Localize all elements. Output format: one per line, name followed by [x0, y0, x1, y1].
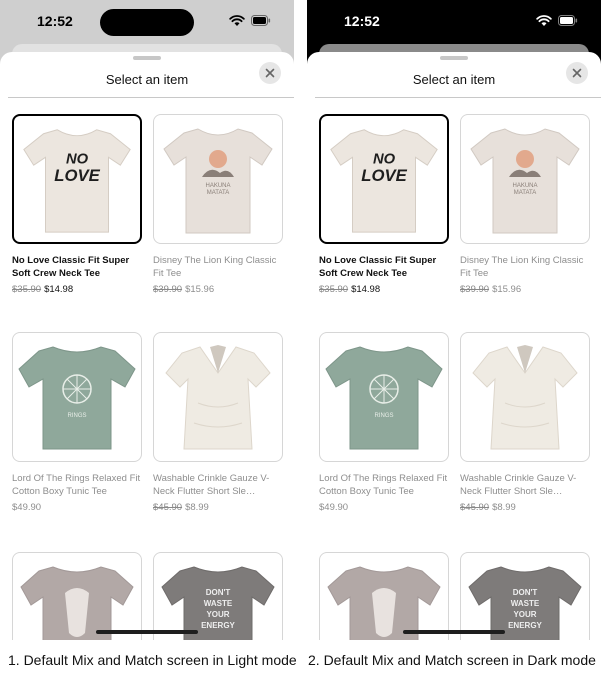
- original-price: $45.90: [460, 502, 490, 513]
- product-name: Lord Of The Rings Relaxed Fit Cotton Box…: [319, 473, 448, 497]
- product-name: Washable Crinkle Gauze V-Neck Flutter Sh…: [460, 473, 577, 497]
- product-image: RINGS: [319, 332, 449, 462]
- product-price: $35.90 $14.98: [12, 284, 73, 295]
- close-icon: [572, 68, 582, 78]
- product-image: DON'T WASTE YOUR ENERGY: [153, 552, 283, 640]
- sale-price: $15.96: [492, 284, 522, 295]
- svg-text:LOVE: LOVE: [54, 166, 100, 185]
- caption-dark-mode: 2. Default Mix and Match screen in Dark …: [308, 652, 596, 668]
- header-divider: [8, 97, 294, 98]
- product-image: NO LOVE: [12, 114, 142, 244]
- product-image: [153, 332, 283, 462]
- product-image: HAKUNA MATATA: [153, 114, 283, 244]
- status-time: 12:52: [37, 13, 73, 29]
- dynamic-island: [407, 9, 501, 36]
- close-button[interactable]: [259, 62, 281, 84]
- price: $49.90: [12, 502, 42, 513]
- sheet-grabber[interactable]: [440, 56, 468, 60]
- product-name: Disney The Lion King Classic Fit Tee: [460, 255, 584, 279]
- product-name: Disney The Lion King Classic Fit Tee: [153, 255, 277, 279]
- svg-text:WASTE: WASTE: [511, 599, 540, 608]
- sale-price: $15.96: [185, 284, 215, 295]
- svg-text:NO: NO: [66, 151, 89, 167]
- product-image: [12, 552, 142, 640]
- sale-price: $14.98: [351, 284, 381, 295]
- home-indicator: [96, 630, 198, 634]
- product-image: DON'T WASTE YOUR ENERGY: [460, 552, 590, 640]
- product-image: [319, 552, 449, 640]
- product-image: NO LOVE: [319, 114, 449, 244]
- sheet-grabber[interactable]: [133, 56, 161, 60]
- original-price: $39.90: [460, 284, 490, 295]
- sheet-title: Select an item: [105, 72, 189, 87]
- svg-text:YOUR: YOUR: [513, 610, 536, 619]
- home-indicator: [403, 630, 505, 634]
- battery-icon: [558, 15, 578, 26]
- sheet-title: Select an item: [412, 72, 496, 87]
- svg-text:MATATA: MATATA: [514, 190, 537, 196]
- product-price: $45.90 $8.99: [460, 502, 516, 513]
- tshirt-shape: [163, 128, 273, 234]
- sale-price: $8.99: [185, 502, 209, 513]
- original-price: $35.90: [319, 284, 349, 295]
- phone-screen-dark: 12:52 Select an item NO LOVE No Love Cla…: [307, 0, 601, 640]
- product-name: No Love Classic Fit Super Soft Crew Neck…: [12, 255, 130, 279]
- svg-text:MATATA: MATATA: [207, 190, 230, 196]
- svg-text:RINGS: RINGS: [67, 413, 86, 419]
- svg-text:NO: NO: [373, 151, 396, 167]
- product-price: $39.90 $15.96: [153, 284, 214, 295]
- svg-text:ENERGY: ENERGY: [508, 621, 542, 630]
- svg-text:DON'T: DON'T: [513, 588, 538, 597]
- close-icon: [265, 68, 275, 78]
- product-price: $49.90: [319, 502, 348, 513]
- sale-price: $14.98: [44, 284, 74, 295]
- svg-text:YOUR: YOUR: [206, 610, 229, 619]
- product-name: Lord Of The Rings Relaxed Fit Cotton Box…: [12, 473, 141, 497]
- price: $49.90: [319, 502, 349, 513]
- svg-text:RINGS: RINGS: [374, 413, 393, 419]
- dynamic-island: [100, 9, 194, 36]
- status-bar: 12:52: [0, 0, 294, 42]
- svg-text:HAKUNA: HAKUNA: [512, 183, 537, 189]
- product-name: No Love Classic Fit Super Soft Crew Neck…: [319, 255, 437, 279]
- original-price: $35.90: [12, 284, 42, 295]
- original-price: $45.90: [153, 502, 183, 513]
- original-price: $39.90: [153, 284, 183, 295]
- product-price: $39.90 $15.96: [460, 284, 521, 295]
- svg-text:ENERGY: ENERGY: [201, 621, 235, 630]
- close-button[interactable]: [566, 62, 588, 84]
- product-name: Washable Crinkle Gauze V-Neck Flutter Sh…: [153, 473, 270, 497]
- svg-text:LOVE: LOVE: [361, 166, 407, 185]
- wifi-icon: [229, 15, 245, 26]
- svg-text:DON'T: DON'T: [206, 588, 231, 597]
- status-time: 12:52: [344, 13, 380, 29]
- svg-text:WASTE: WASTE: [204, 599, 233, 608]
- product-image: [460, 332, 590, 462]
- battery-icon: [251, 15, 271, 26]
- product-image: RINGS: [12, 332, 142, 462]
- product-price: $49.90: [12, 502, 41, 513]
- status-bar: 12:52: [307, 0, 601, 42]
- bottom-sheet: Select an item NO LOVE No Love Classic F…: [0, 52, 294, 640]
- sale-price: $8.99: [492, 502, 516, 513]
- product-image: HAKUNA MATATA: [460, 114, 590, 244]
- phone-screen-light: 12:52 Select an item NO LOVE No Love Cla…: [0, 0, 294, 640]
- wifi-icon: [536, 15, 552, 26]
- caption-light-mode: 1. Default Mix and Match screen in Light…: [8, 652, 297, 668]
- header-divider: [315, 97, 601, 98]
- product-price: $45.90 $8.99: [153, 502, 209, 513]
- svg-text:HAKUNA: HAKUNA: [205, 183, 230, 189]
- product-price: $35.90 $14.98: [319, 284, 380, 295]
- bottom-sheet: Select an item NO LOVE No Love Classic F…: [307, 52, 601, 640]
- tshirt-shape: [470, 128, 580, 234]
